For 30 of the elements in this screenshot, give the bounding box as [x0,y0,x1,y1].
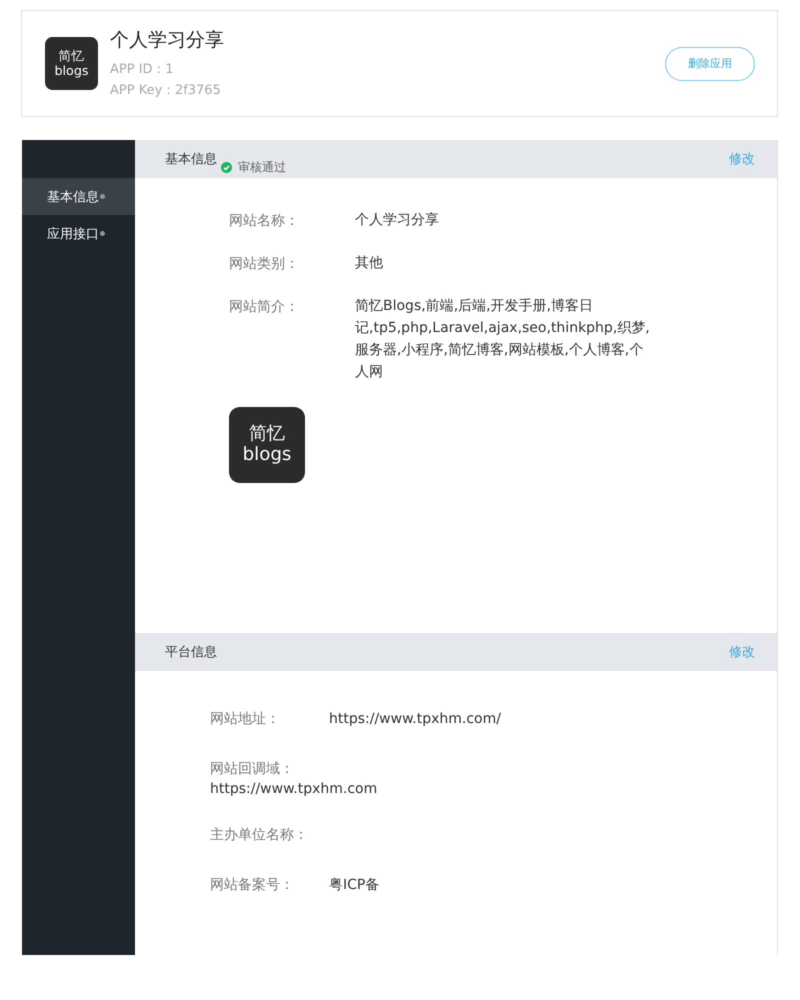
status-text: 审核通过 [238,159,286,176]
dot-icon [100,231,105,236]
edit-link[interactable]: 修改 [729,643,755,661]
section-title: 平台信息 [165,644,217,661]
field-label: 网站简介： [229,298,300,317]
sidebar-item[interactable]: 应用接口 [22,215,135,252]
logo-text: blogs [242,445,292,466]
section-title: 基本信息 [165,151,217,168]
delete-app-button[interactable]: 删除应用 [665,46,755,80]
app-title: 个人学习分享 [110,28,225,52]
logo-text: 简忆 [58,48,84,64]
app-id: APP ID : 1 [110,60,174,78]
field-value: https://www.tpxhm.com/ [329,710,501,729]
field-label: 网站备案号： [210,876,295,895]
field-label: 网站类别： [229,255,300,274]
field-value: 个人学习分享 [355,211,440,230]
field-label: 网站回调域： [210,760,295,779]
field-value: https://www.tpxhm.com [210,780,378,799]
field-label: 主办单位名称： [210,826,309,845]
field-label: 网站名称： [229,212,300,231]
field-value: 粤ICP备 [329,876,380,895]
field-value: 其他 [355,254,384,273]
sidebar-item[interactable]: 基本信息 [22,178,135,215]
app-key: APP Key : 2f3765 [110,80,665,100]
field-value: 简忆Blogs,前端,后端,开发手册,博客日记,tp5,php,Laravel,ajax,seo,thinkphp,织梦,服务器,小程序,简忆博客,网站模板,个人博客,个人网 [355,297,651,382]
dot-icon [100,194,105,199]
logo-text: 简忆 [249,424,285,445]
field-label: 网站地址： [210,710,281,729]
edit-link[interactable]: 修改 [729,150,755,168]
logo-text: blogs [54,64,89,78]
